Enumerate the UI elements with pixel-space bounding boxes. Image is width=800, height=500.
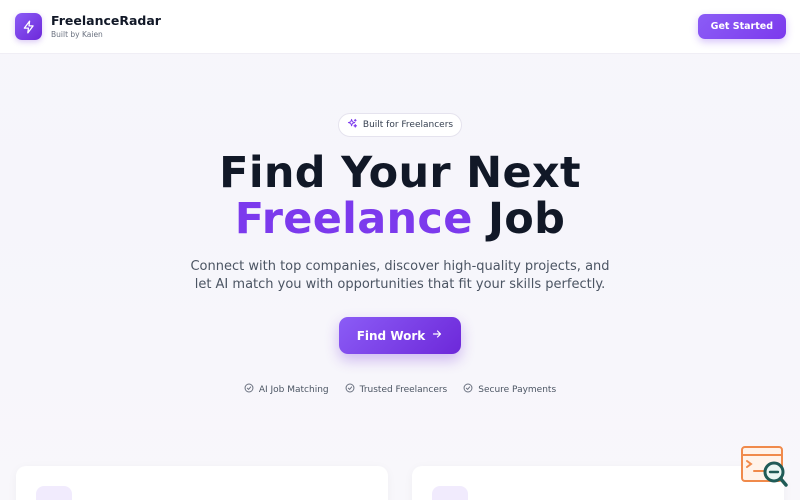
card-icon-tile [432,486,468,500]
check-circle-icon [244,383,254,396]
check-circle-icon [345,383,355,396]
hero-badge: Built for Freelancers [338,113,462,137]
feature-label: AI Job Matching [258,384,329,395]
find-work-label: Find Work [356,328,426,343]
feature-card [412,466,784,500]
bolt-icon [15,13,42,40]
hero-description-line1: Connect with top companies, discover hig… [190,259,610,274]
feature-label: Secure Payments [478,384,557,395]
hero-description: Connect with top companies, discover hig… [180,258,620,294]
hero-title-line1: Find Your Next [219,148,581,198]
sparkles-icon [347,118,358,132]
find-work-button[interactable]: Find Work [339,317,461,354]
hero-title: Find Your Next Freelance Job [0,150,800,242]
arrow-right-icon [431,328,443,343]
brand-text: FreelanceRadar Built by Kaien [51,12,161,40]
hero-description-line2: let AI match you with opportunities that… [194,277,606,292]
search-widget-icon[interactable] [740,445,788,489]
check-circle-icon [463,383,473,396]
top-nav: FreelanceRadar Built by Kaien Get Starte… [0,0,800,54]
feature-label: Trusted Freelancers [359,384,448,395]
feature-card [16,466,388,500]
hero-title-accent: Freelance [234,194,473,244]
hero-title-tail: Job [487,194,566,244]
feature-item: AI Job Matching [244,383,329,396]
brand[interactable]: FreelanceRadar Built by Kaien [15,13,161,40]
hero-badge-label: Built for Freelancers [362,120,454,130]
brand-name: FreelanceRadar [51,12,161,28]
get-started-button[interactable]: Get Started [697,14,786,39]
brand-subtitle: Built by Kaien [51,30,103,40]
card-icon-tile [36,486,72,500]
feature-item: Secure Payments [463,383,556,396]
feature-item: Trusted Freelancers [345,383,448,396]
feature-list: AI Job Matching Trusted Freelancers Secu… [0,383,800,396]
